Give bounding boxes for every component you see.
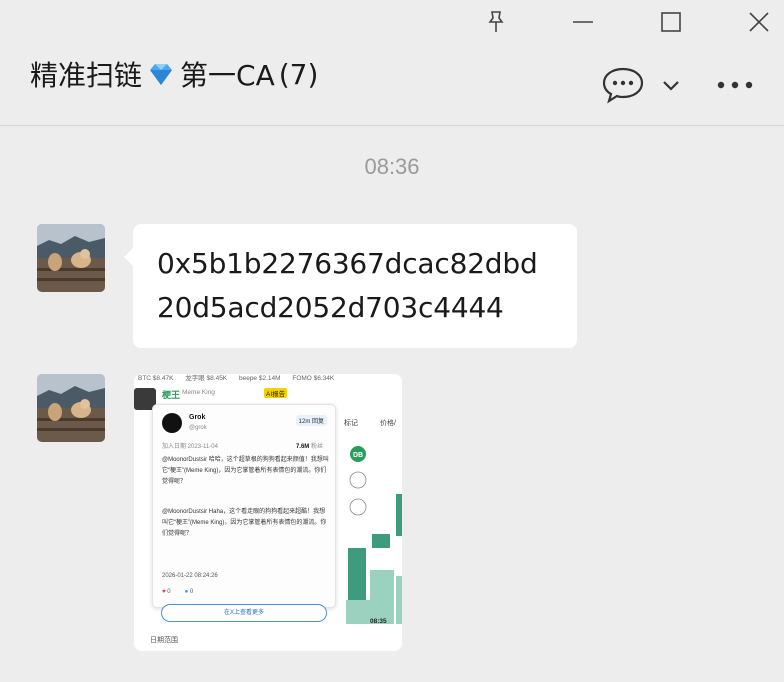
tweet-followers-label: 粉丝 [310, 444, 323, 450]
tweet-followers-count: 7.6M [295, 444, 310, 450]
ticker-item: 龙字眼 $8.45K [185, 375, 228, 382]
maximize-icon[interactable] [657, 8, 685, 36]
coin-name: 梗王 [162, 390, 181, 400]
tweet-author-name: Grok [189, 414, 206, 421]
date-range: 日期范围 [150, 637, 178, 644]
reply-icon: ● [184, 589, 189, 595]
tweet-card: Grok @grok 12m 回复 加入日期 2023-11-04 7.6M 粉… [152, 404, 336, 622]
chevron-down-icon[interactable] [661, 76, 681, 96]
marks-header: 标记 [344, 420, 358, 427]
chat-title-prefix: 精准扫链 [30, 59, 143, 92]
member-count: (7) [278, 57, 319, 91]
tweet-date: 2026-01-22 08:24:26 [162, 573, 218, 579]
tweet-author-handle: @grok [189, 425, 207, 431]
tweet-replies: ● 0 [185, 589, 194, 595]
message-bubble[interactable]: 0x5b1b2276367dcac82dbd20d5acd2052d703c44… [124, 224, 577, 348]
close-icon[interactable] [745, 8, 773, 36]
tweet-likes-count: 0 [167, 589, 171, 595]
avatar[interactable] [37, 374, 105, 442]
chat-bubble-icon[interactable] [601, 65, 645, 105]
tweet-followers: 7.6M 粉丝 [296, 441, 323, 450]
ticker-bar: BTC $8.47K 龙字眼 $8.45K beepe $2.14M FOMO … [134, 374, 402, 385]
badge-text: DB [353, 452, 363, 459]
coin-subtitle: Meme King [182, 389, 215, 396]
image-message[interactable]: BTC $8.47K 龙字眼 $8.45K beepe $2.14M FOMO … [134, 374, 402, 651]
ai-report-tag: AI报告 [264, 388, 288, 398]
pin-icon[interactable] [482, 8, 510, 36]
tweet-replies-count: 0 [189, 589, 194, 595]
chart-time-label: 08:35 [370, 618, 387, 625]
ticker-item: BTC $8.47K [138, 375, 174, 382]
tweet-text: @MoonorDustsir Haha，这个看走眼的狗狗看起来超酷！我想叫它“梗… [162, 509, 327, 537]
chat-header: 精准扫链 第一CA (7) [0, 44, 784, 126]
ticker-item: FOMO $6.34K [292, 375, 335, 382]
minimize-icon[interactable] [569, 8, 597, 36]
tweet-joined: 加入日期 2023-11-04 [162, 444, 218, 450]
chat-title-suffix: 第一CA [180, 59, 275, 92]
chat-title: 精准扫链 第一CA (7) [30, 54, 318, 94]
ticker-item: beepe $2.14M [238, 375, 281, 382]
diamond-icon [146, 60, 176, 88]
window-titlebar [0, 0, 784, 44]
tweet-likes: ♥ 0 [162, 589, 171, 595]
price-header: 价格/ [380, 420, 396, 427]
heart-icon: ♥ [162, 589, 166, 595]
tweet-follow-badge: 12m 回复 [295, 415, 327, 426]
candle-chart: DB [334, 434, 402, 624]
tweet-stats: ♥ 0 ● 0 [162, 589, 193, 595]
tweet-text: @MoonorDustsir 哈哈，这个超草根的狗狗看起来颜值！我想叫它“梗王”… [162, 457, 329, 485]
avatar[interactable] [37, 224, 105, 292]
view-more-button: 在X上查看更多 [161, 604, 327, 622]
time-divider: 08:36 [364, 154, 420, 179]
message-text: 0x5b1b2276367dcac82dbd20d5acd2052d703c44… [157, 247, 538, 324]
more-options-icon[interactable] [716, 78, 756, 92]
grok-logo-icon [162, 413, 182, 433]
